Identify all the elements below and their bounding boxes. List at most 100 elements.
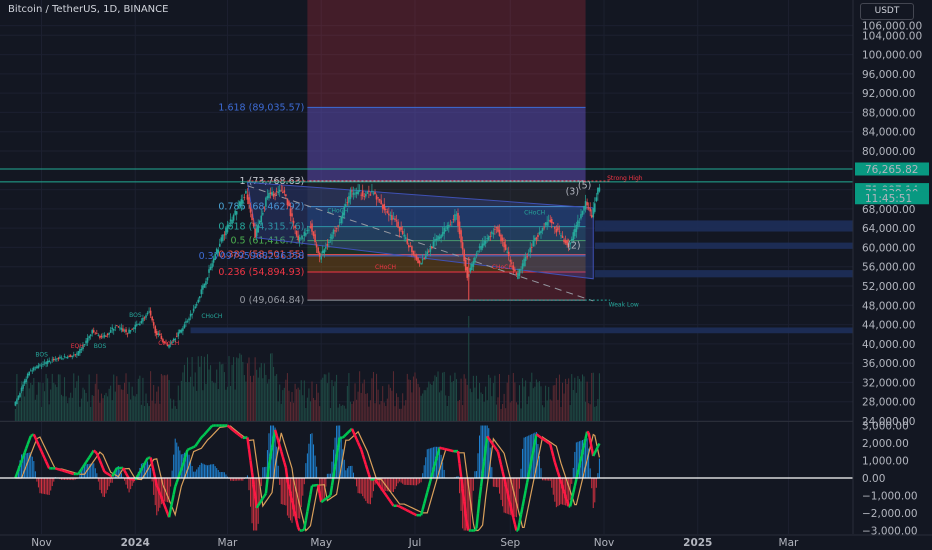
- candle-body: [383, 203, 386, 211]
- osc-hist-bar: [302, 478, 304, 496]
- osc-main-line: [20, 456, 25, 462]
- osc-main-line: [403, 507, 407, 511]
- osc-hist-bar: [314, 455, 316, 478]
- volume-bar: [56, 387, 58, 421]
- candle-body: [292, 220, 295, 224]
- volume-bar: [99, 402, 101, 421]
- osc-main-line: [273, 429, 278, 436]
- osc-main-line: [530, 450, 535, 459]
- osc-main-line: [286, 479, 291, 488]
- candle-body: [36, 366, 38, 369]
- candle-body: [197, 299, 200, 303]
- osc-hist-bar: [406, 478, 408, 485]
- osc-main-line: [98, 460, 103, 465]
- osc-main-line: [257, 502, 261, 507]
- candle-body: [421, 259, 424, 261]
- volume-bar: [491, 396, 493, 421]
- candle-body: [132, 327, 135, 329]
- candle-body: [455, 214, 458, 216]
- osc-hist-bar: [167, 478, 169, 503]
- volume-bar: [80, 398, 82, 421]
- osc-main-line: [158, 492, 163, 498]
- osc-main-line: [157, 488, 162, 494]
- osc-hist-bar: [551, 478, 553, 488]
- volume-bar: [316, 383, 318, 421]
- candle-body: [56, 358, 58, 360]
- volume-bar: [273, 366, 275, 421]
- osc-main-line: [565, 501, 570, 507]
- candle-body: [538, 231, 541, 235]
- trading-chart[interactable]: 1.618 (89,035.57)1 (73,768.63)0.786 (68,…: [0, 0, 932, 550]
- osc-main-line: [502, 477, 507, 485]
- candle-body: [388, 213, 390, 216]
- volume-bar: [114, 391, 116, 421]
- volume-bar: [177, 385, 179, 421]
- candle-body: [251, 213, 253, 221]
- volume-bar: [257, 377, 259, 421]
- volume-bar: [79, 406, 81, 421]
- time-tick-label: Nov: [594, 537, 615, 549]
- osc-hist-bar: [357, 478, 359, 494]
- candle-body: [386, 211, 389, 213]
- volume-bar: [286, 373, 288, 421]
- osc-main-line: [556, 471, 561, 478]
- volume-bar: [392, 371, 394, 421]
- candle-body: [229, 219, 232, 222]
- candle-body: [547, 219, 550, 221]
- candle-body: [112, 328, 115, 331]
- osc-hist-bar: [200, 462, 202, 478]
- volume-bar: [25, 380, 27, 421]
- price-tick-label: 84,000.00: [862, 127, 915, 139]
- osc-main-line: [24, 443, 29, 450]
- candle-body: [211, 263, 213, 268]
- volume-bar: [443, 371, 445, 421]
- volume-bar: [419, 387, 421, 421]
- currency-button[interactable]: USDT: [860, 3, 914, 20]
- osc-main-line: [143, 460, 148, 465]
- osc-main-line: [329, 485, 334, 496]
- volume-bar: [572, 389, 574, 421]
- chart-canvas[interactable]: 1.618 (89,035.57)1 (73,768.63)0.786 (68,…: [0, 0, 932, 550]
- candle-body: [105, 336, 107, 337]
- osc-main-line: [235, 432, 239, 436]
- osc-tick-label: 3,000.00: [862, 421, 909, 433]
- volume-bar: [288, 390, 290, 421]
- volume-bar: [462, 405, 464, 421]
- volume-bar: [117, 384, 119, 421]
- volume-bar: [39, 382, 41, 421]
- candle-body: [329, 237, 332, 239]
- osc-hist-bar: [356, 478, 358, 487]
- osc-main-line: [373, 478, 378, 483]
- candle-body: [417, 257, 419, 264]
- candle-body: [524, 256, 527, 261]
- osc-main-line: [161, 500, 166, 506]
- candle-body: [504, 244, 507, 250]
- osc-hist-bar: [349, 465, 351, 478]
- volume-bar: [68, 397, 70, 421]
- candle-body: [340, 217, 342, 224]
- price-tick-label: 100,000.00: [862, 50, 922, 62]
- volume-bar: [472, 375, 474, 421]
- candle-body: [475, 253, 478, 257]
- osc-main-line: [492, 444, 496, 448]
- osc-main-line: [269, 447, 274, 457]
- osc-main-line: [521, 498, 526, 507]
- candle-body: [215, 248, 218, 255]
- candle-body: [415, 255, 418, 260]
- osc-main-line: [154, 478, 158, 486]
- volume-bar: [116, 376, 118, 421]
- volume-bar: [156, 391, 158, 421]
- candle-body: [338, 222, 341, 224]
- osc-hist-bar: [554, 478, 556, 502]
- candle-body: [477, 251, 479, 252]
- candle-body: [192, 308, 195, 312]
- osc-main-line: [489, 439, 493, 444]
- candle-body: [363, 195, 366, 197]
- volume-bar: [179, 400, 181, 421]
- candle-body: [218, 243, 221, 247]
- volume-bar: [111, 400, 113, 421]
- fib-extension-zone: [307, 107, 586, 182]
- candle-body: [34, 366, 37, 368]
- osc-main-line: [501, 471, 506, 479]
- volume-bar: [93, 395, 95, 421]
